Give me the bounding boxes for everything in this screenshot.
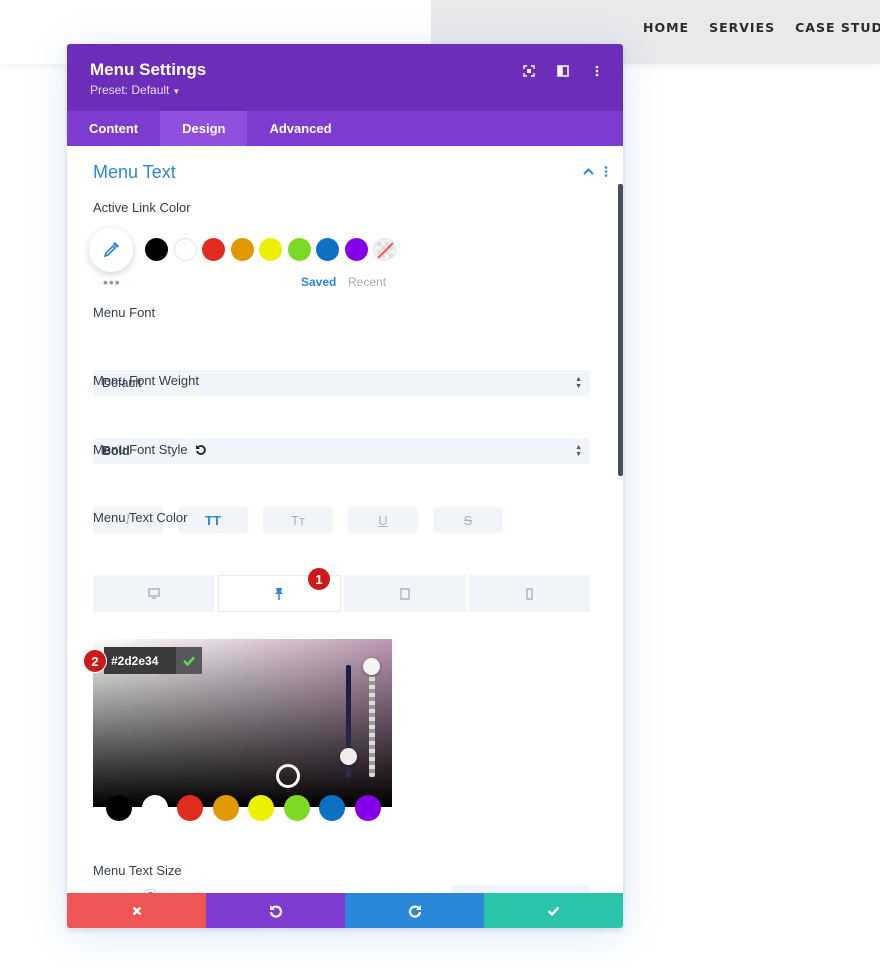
- chevron-up-icon[interactable]: [583, 168, 594, 175]
- more-options-icon[interactable]: [587, 61, 607, 81]
- uppercase-button[interactable]: TT: [178, 507, 248, 533]
- section-more-icon[interactable]: [604, 166, 608, 177]
- color-swatch[interactable]: [287, 238, 311, 261]
- capitalize-button[interactable]: Tт: [263, 507, 333, 533]
- modal-footer: [67, 893, 623, 928]
- site-nav: HOME SERVIES CASE STUDY: [643, 20, 880, 35]
- menu-font-style-label: Menu Font Style: [93, 442, 188, 457]
- opacity-slider-handle[interactable]: [363, 658, 380, 675]
- preset-dropdown[interactable]: Preset: Default ▼: [90, 83, 180, 97]
- menu-text-color-label: Menu Text Color: [93, 510, 188, 525]
- header-icons: [519, 61, 607, 81]
- redo-icon: [408, 904, 421, 918]
- menu-font-weight-label: Menu Font Weight: [93, 373, 199, 388]
- picker-color-swatch[interactable]: [141, 795, 168, 821]
- caret-down-icon: ▼: [172, 87, 181, 96]
- picker-swatches: [106, 795, 381, 821]
- picker-color-swatch[interactable]: [177, 795, 203, 821]
- menu-font-label: Menu Font: [93, 305, 156, 320]
- text-size-input[interactable]: 14px: [451, 885, 590, 893]
- nav-item-home[interactable]: HOME: [643, 20, 689, 35]
- tab-advanced[interactable]: Advanced: [247, 111, 353, 146]
- picker-color-swatch[interactable]: [106, 795, 132, 821]
- menu-font-style-label-row: Menu Font Style: [93, 442, 207, 457]
- device-tabs: [93, 575, 590, 612]
- underline-button[interactable]: U: [348, 507, 418, 533]
- split-view-icon[interactable]: [553, 61, 573, 81]
- picker-color-swatch[interactable]: [354, 795, 381, 821]
- color-swatch[interactable]: [230, 238, 254, 261]
- color-swatch[interactable]: [259, 238, 282, 261]
- modal-tabs: Content Design Advanced: [67, 111, 623, 146]
- color-swatch[interactable]: [173, 238, 197, 261]
- undo-icon: [269, 904, 282, 918]
- phone-tab[interactable]: [468, 575, 590, 612]
- color-swatch[interactable]: [145, 238, 168, 261]
- nav-item-servies[interactable]: SERVIES: [709, 20, 775, 35]
- menu-text-size-label: Menu Text Size: [93, 863, 182, 878]
- tab-content[interactable]: Content: [67, 111, 160, 146]
- color-swatch[interactable]: [202, 238, 225, 261]
- hue-slider-handle[interactable]: [340, 748, 357, 765]
- confirm-hex-button[interactable]: [176, 647, 202, 674]
- annotation-badge-2: 2: [83, 649, 107, 673]
- saved-tab[interactable]: Saved: [301, 275, 336, 289]
- tab-design[interactable]: Design: [160, 111, 248, 146]
- picker-color-swatch[interactable]: [319, 795, 345, 821]
- annotation-badge-1: 1: [307, 567, 331, 591]
- color-selector-circle[interactable]: [276, 764, 300, 788]
- cancel-button[interactable]: [67, 893, 206, 928]
- nav-item-case-study[interactable]: CASE STUDY: [795, 20, 880, 35]
- more-dots-icon[interactable]: •••: [103, 275, 121, 289]
- picker-color-swatch[interactable]: [212, 795, 239, 821]
- picker-color-swatch[interactable]: [248, 795, 274, 821]
- recent-tab[interactable]: Recent: [348, 275, 386, 289]
- hex-input-box: #2d2e34: [104, 647, 202, 674]
- modal-header: Menu Settings Preset: Default ▼: [67, 44, 623, 111]
- active-link-color-label: Active Link Color: [93, 200, 191, 215]
- scrollbar[interactable]: [618, 184, 623, 476]
- section-icons: [583, 166, 608, 177]
- reset-icon[interactable]: [195, 444, 207, 456]
- tablet-icon: [400, 587, 410, 600]
- desktop-tab[interactable]: [93, 575, 215, 612]
- eyedropper-icon: [103, 242, 119, 258]
- strikethrough-button[interactable]: S: [433, 507, 503, 533]
- color-swatch[interactable]: [316, 238, 339, 261]
- menu-settings-modal: Menu Settings Preset: Default ▼ Content D…: [67, 44, 623, 928]
- pin-icon: [275, 588, 284, 600]
- desktop-icon: [148, 588, 160, 599]
- phone-icon: [526, 587, 533, 600]
- modal-body: Menu Text Active Link Color ••• Saved Re…: [67, 146, 623, 893]
- redo-button[interactable]: [345, 893, 484, 928]
- undo-button[interactable]: [206, 893, 345, 928]
- check-icon: [547, 906, 560, 916]
- fullscreen-icon[interactable]: [519, 61, 539, 81]
- section-title[interactable]: Menu Text: [93, 162, 176, 183]
- hex-input[interactable]: #2d2e34: [104, 647, 176, 674]
- color-swatch[interactable]: [344, 238, 368, 261]
- select-arrows-icon: ▲ ▼: [575, 376, 582, 390]
- close-icon: [132, 906, 141, 915]
- color-picker-button[interactable]: [89, 228, 133, 272]
- picker-color-swatch[interactable]: [283, 795, 310, 821]
- preset-label: Preset: Default: [90, 83, 170, 97]
- opacity-slider[interactable]: [369, 665, 375, 777]
- tablet-tab[interactable]: [344, 575, 466, 612]
- select-arrows-icon: ▲ ▼: [575, 444, 582, 458]
- modal-title: Menu Settings: [90, 60, 207, 79]
- no-color-swatch[interactable]: [373, 238, 396, 261]
- check-icon: [183, 656, 195, 666]
- active-link-swatches: [145, 238, 396, 261]
- save-button[interactable]: [484, 893, 623, 928]
